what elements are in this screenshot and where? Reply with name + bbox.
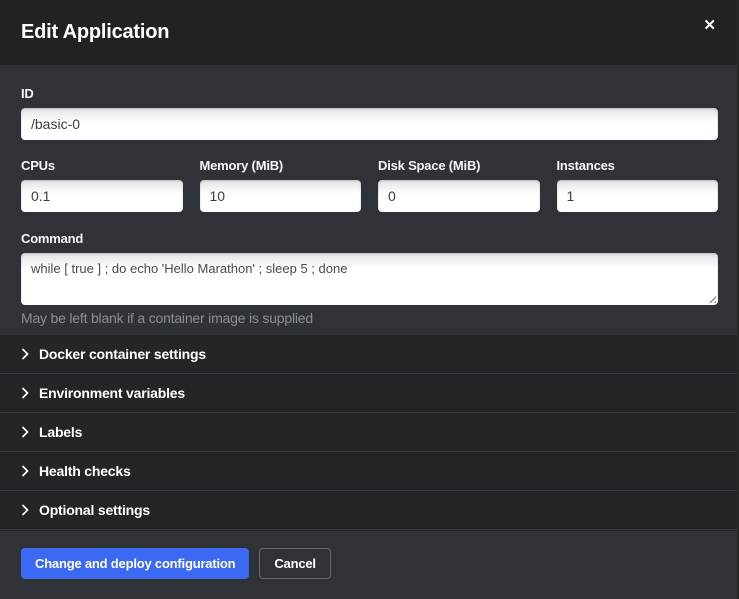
cpus-input[interactable]	[21, 180, 183, 212]
accordion-section-label: Labels	[39, 424, 82, 440]
chevron-right-icon	[21, 387, 29, 399]
chevron-right-icon	[21, 426, 29, 438]
instances-field-group: Instances	[557, 158, 719, 212]
memory-input[interactable]	[200, 180, 362, 212]
command-help-text: May be left blank if a container image i…	[21, 310, 718, 326]
command-label: Command	[21, 231, 718, 246]
edit-application-dialog: Edit Application ✕ ID CPUs Memory (MiB) …	[0, 0, 739, 599]
dialog-header: Edit Application ✕	[0, 0, 739, 65]
accordion-section-labels[interactable]: Labels	[0, 413, 739, 452]
accordion-section-label: Environment variables	[39, 385, 185, 401]
command-textarea[interactable]: while [ true ] ; do echo 'Hello Marathon…	[21, 253, 718, 305]
accordion-section-docker-container-settings[interactable]: Docker container settings	[0, 335, 739, 374]
cancel-button[interactable]: Cancel	[259, 548, 330, 579]
cpus-label: CPUs	[21, 158, 183, 173]
close-button[interactable]: ✕	[697, 14, 722, 37]
cpus-field-group: CPUs	[21, 158, 183, 212]
disk-input[interactable]	[378, 180, 540, 212]
accordion-section-environment-variables[interactable]: Environment variables	[0, 374, 739, 413]
accordion-section-label: Docker container settings	[39, 346, 206, 362]
accordion-section-label: Health checks	[39, 463, 131, 479]
disk-field-group: Disk Space (MiB)	[378, 158, 540, 212]
instances-label: Instances	[557, 158, 719, 173]
dialog-title: Edit Application	[21, 21, 697, 44]
dialog-footer: Change and deploy configuration Cancel	[0, 531, 739, 599]
id-input[interactable]	[21, 108, 718, 140]
resources-row: CPUs Memory (MiB) Disk Space (MiB) Insta…	[21, 158, 718, 212]
chevron-right-icon	[21, 504, 29, 516]
id-label: ID	[21, 86, 718, 101]
instances-input[interactable]	[557, 180, 719, 212]
memory-label: Memory (MiB)	[200, 158, 362, 173]
disk-label: Disk Space (MiB)	[378, 158, 540, 173]
accordion-section-health-checks[interactable]: Health checks	[0, 452, 739, 491]
id-field-group: ID	[21, 86, 718, 140]
accordion-section-label: Optional settings	[39, 502, 150, 518]
close-icon: ✕	[703, 17, 716, 34]
chevron-right-icon	[21, 465, 29, 477]
memory-field-group: Memory (MiB)	[200, 158, 362, 212]
accordion: Docker container settings Environment va…	[0, 335, 739, 531]
dialog-body: ID CPUs Memory (MiB) Disk Space (MiB) In…	[0, 65, 739, 335]
accordion-section-optional-settings[interactable]: Optional settings	[0, 491, 739, 530]
chevron-right-icon	[21, 348, 29, 360]
command-field-group: Command while [ true ] ; do echo 'Hello …	[21, 231, 718, 326]
change-and-deploy-button[interactable]: Change and deploy configuration	[21, 548, 249, 579]
command-textarea-wrap: while [ true ] ; do echo 'Hello Marathon…	[21, 253, 718, 305]
